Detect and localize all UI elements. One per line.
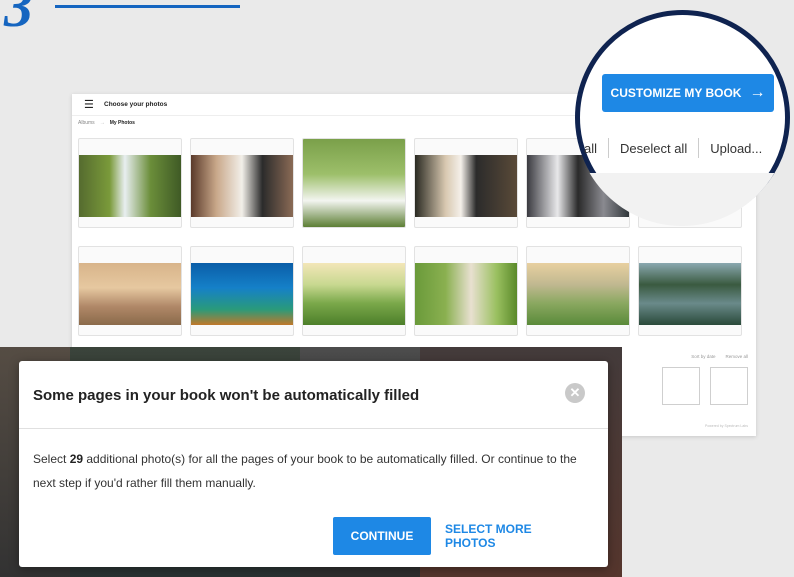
dialog-message: Select 29 additional photo(s) for all th… <box>33 447 593 495</box>
photo-tile[interactable] <box>302 138 406 228</box>
breadcrumb-albums[interactable]: Albums <box>78 120 95 126</box>
arrow-right-icon: → <box>749 84 766 101</box>
photo-thumbnail <box>639 263 741 325</box>
book-pages-panel: Sort by date Remove all Powered by Spect… <box>616 350 756 436</box>
step-number: 3 <box>4 0 33 39</box>
continue-button[interactable]: CONTINUE <box>333 517 431 555</box>
photo-tile[interactable] <box>638 246 742 336</box>
photo-tile[interactable] <box>190 138 294 228</box>
close-icon[interactable]: ✕ <box>565 383 585 403</box>
photo-tile[interactable] <box>78 246 182 336</box>
select-more-photos-button[interactable]: SELECT MORE PHOTOS <box>445 517 585 555</box>
photo-count: 29 <box>69 452 84 466</box>
photo-tile[interactable] <box>78 138 182 228</box>
sort-by-date-button[interactable]: Sort by date <box>691 354 715 359</box>
message-prefix: Select <box>33 452 70 466</box>
breadcrumb-current: My Photos <box>109 120 135 126</box>
photo-tile[interactable] <box>526 246 630 336</box>
photo-thumbnail <box>191 155 293 217</box>
photo-tile[interactable] <box>414 246 518 336</box>
photo-tile[interactable] <box>302 246 406 336</box>
photo-tile[interactable] <box>414 138 518 228</box>
page-title: Choose your photos <box>104 101 168 108</box>
customize-my-book-button[interactable]: CUSTOMIZE MY BOOK → <box>602 74 774 112</box>
powered-by-label: Powered by Spectrum Labs <box>705 424 748 428</box>
hamburger-icon[interactable]: ☰ <box>84 98 104 111</box>
page-slot[interactable] <box>662 367 700 405</box>
photo-thumbnail <box>415 155 517 217</box>
photo-thumbnail <box>79 155 181 217</box>
remove-all-button[interactable]: Remove all <box>725 354 748 359</box>
select-all-button[interactable]: all <box>584 141 597 156</box>
page-slot[interactable] <box>710 367 748 405</box>
divider <box>698 138 700 158</box>
photo-thumbnail <box>415 263 517 325</box>
photo-thumbnail <box>191 263 293 325</box>
upload-button[interactable]: Upload... <box>710 141 762 156</box>
panel-tools: Sort by date Remove all <box>616 350 756 363</box>
selection-actions: all Deselect all Upload... <box>580 128 790 168</box>
photo-thumbnail <box>303 263 405 325</box>
deselect-all-button[interactable]: Deselect all <box>620 141 687 156</box>
photo-tile[interactable] <box>190 246 294 336</box>
photo-thumbnail <box>79 263 181 325</box>
arrow-right-icon: → <box>99 120 105 126</box>
divider <box>19 428 608 429</box>
dialog-title: Some pages in your book won't be automat… <box>33 387 420 404</box>
divider <box>608 138 610 158</box>
decorative-rule <box>55 5 240 8</box>
page-slots <box>616 363 756 409</box>
message-suffix: additional photo(s) for all the pages of… <box>33 452 577 490</box>
photo-thumbnail <box>527 263 629 325</box>
customize-my-book-label: CUSTOMIZE MY BOOK <box>610 86 742 100</box>
unfilled-pages-dialog: Some pages in your book won't be automat… <box>19 361 608 567</box>
